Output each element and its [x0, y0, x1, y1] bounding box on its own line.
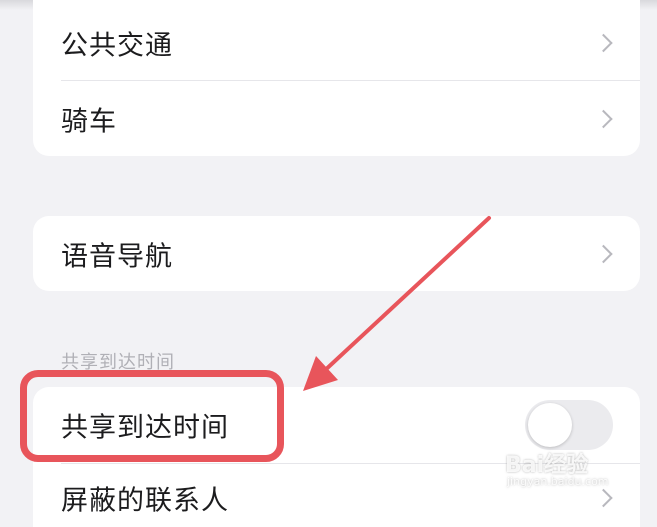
- watermark-url: jingyan.baidu.com: [507, 475, 609, 488]
- annotation-arrow-icon: [303, 216, 491, 391]
- baidu-jingyan-watermark: Bai经验 jingyan.baidu.com: [505, 447, 645, 497]
